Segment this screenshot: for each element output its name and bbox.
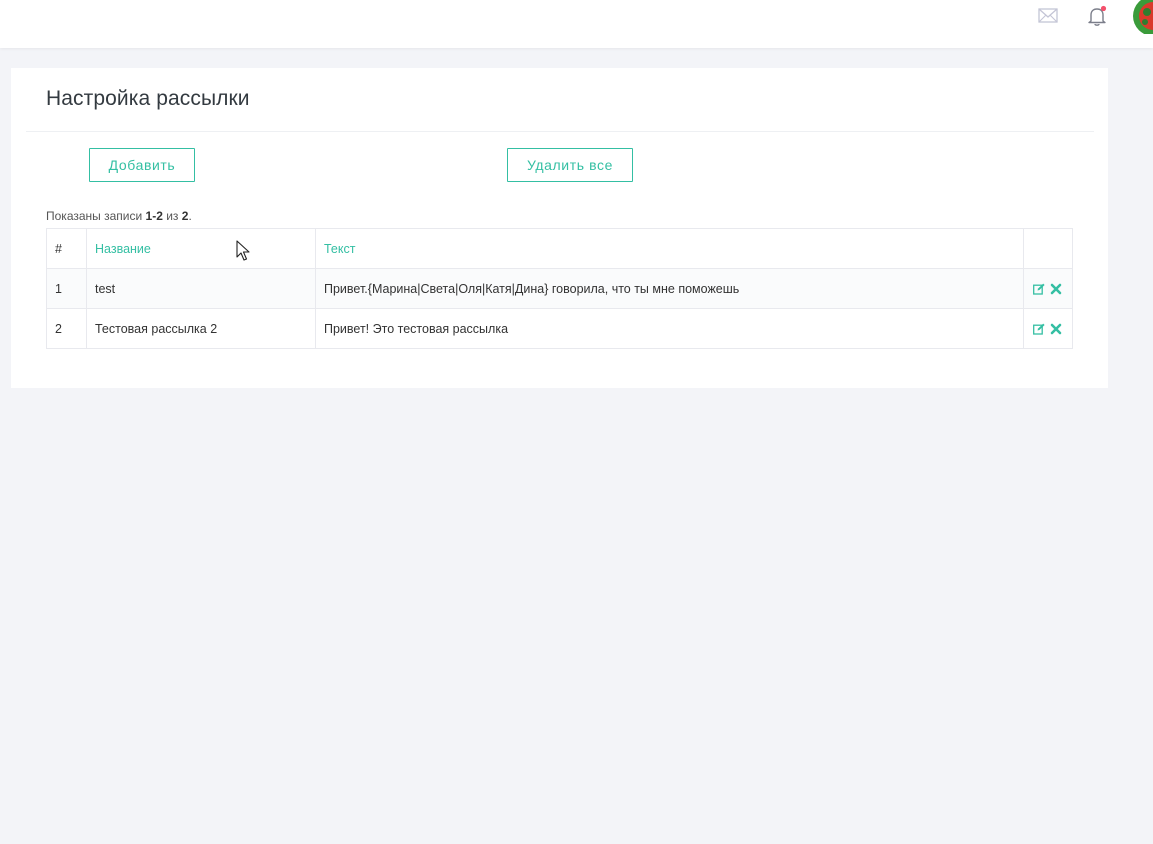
header-actions (1022, 228, 1074, 269)
header-name: Название (86, 228, 316, 269)
edit-icon[interactable] (1032, 283, 1045, 295)
divider (26, 131, 1094, 132)
table-row: 1 test Привет.{Марина|Света|Оля|Катя|Дин… (46, 268, 1074, 309)
mouse-cursor-icon (236, 240, 250, 262)
header-num: # (46, 228, 87, 269)
cell-num: 1 (46, 268, 87, 309)
cell-text: Привет.{Марина|Света|Оля|Катя|Дина} гово… (315, 268, 1024, 309)
mail-icon[interactable] (1038, 7, 1058, 25)
top-bar (0, 0, 1153, 48)
summary-of: из (162, 209, 182, 223)
user-avatar[interactable] (1131, 0, 1153, 34)
sort-by-text-link[interactable]: Текст (324, 242, 355, 256)
cell-name: Тестовая рассылка 2 (86, 308, 316, 349)
summary-suffix: . (188, 209, 192, 223)
header-text: Текст (315, 228, 1024, 269)
page-title: Настройка рассылки (46, 87, 250, 110)
delete-all-button[interactable]: Удалить все (507, 148, 633, 182)
cell-num: 2 (46, 308, 87, 349)
add-button[interactable]: Добавить (89, 148, 195, 182)
notification-dot (1100, 5, 1107, 12)
bell-icon[interactable] (1086, 5, 1108, 27)
sort-by-name-link[interactable]: Название (95, 242, 151, 256)
cell-actions (1022, 268, 1074, 309)
mailings-table: # Название Текст 1 test Привет.{Марина|С… (46, 228, 1074, 349)
summary-prefix: Показаны записи (46, 209, 146, 223)
cell-text: Привет! Это тестовая рассылка (315, 308, 1024, 349)
summary-range: 1-2 (145, 209, 163, 223)
mailing-settings-panel: Настройка рассылки Добавить Удалить все … (11, 68, 1108, 388)
delete-icon[interactable] (1050, 323, 1062, 335)
edit-icon[interactable] (1032, 323, 1045, 335)
delete-icon[interactable] (1050, 283, 1062, 295)
table-row: 2 Тестовая рассылка 2 Привет! Это тестов… (46, 308, 1074, 349)
cell-actions (1022, 308, 1074, 349)
table-header-row: # Название Текст (46, 228, 1074, 269)
cell-name: test (86, 268, 316, 309)
records-summary: Показаны записи 1-2 из 2. (46, 209, 192, 223)
